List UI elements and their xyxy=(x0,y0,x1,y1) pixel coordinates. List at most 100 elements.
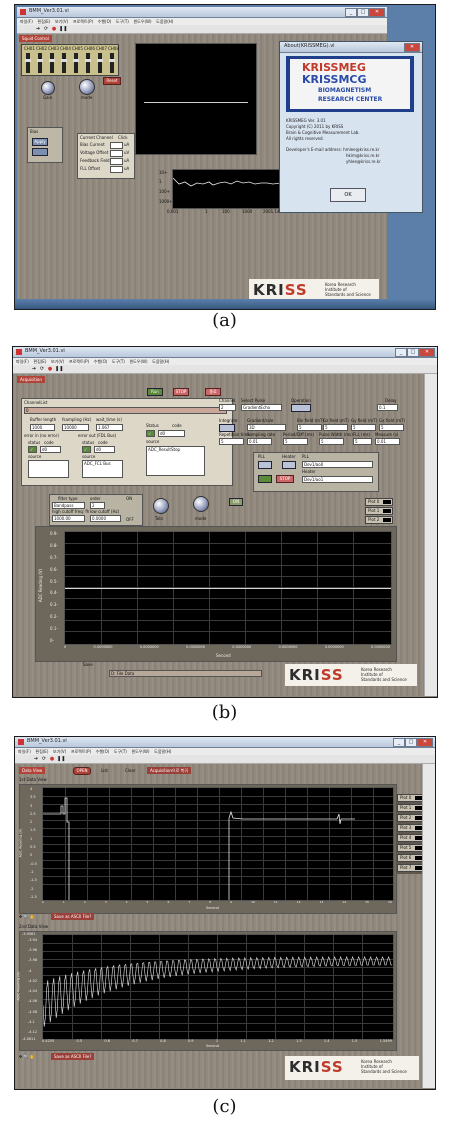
menu-operate[interactable]: 수행(O) xyxy=(98,18,112,25)
repeat-field[interactable]: 5 xyxy=(219,438,244,445)
delay-field[interactable]: 0.1 xyxy=(377,404,398,411)
legend-item[interactable]: Plot 1 xyxy=(397,804,425,812)
legend-item[interactable]: Plot 3 xyxy=(397,824,425,832)
minimize-button[interactable]: _ xyxy=(393,738,405,747)
pulse-width-field[interactable]: 5 xyxy=(319,438,344,445)
legend-item[interactable]: Plot 7 xyxy=(397,864,425,872)
abort-icon[interactable]: ● xyxy=(49,756,55,762)
menu-file[interactable]: 파일(F) xyxy=(18,748,31,755)
channel-field[interactable]: 2 xyxy=(219,404,236,411)
operation-toggle[interactable] xyxy=(291,404,311,412)
legend-item[interactable]: Plot 2 xyxy=(397,814,425,822)
measure-field[interactable]: 0.01 xyxy=(375,438,400,445)
run-arrow-icon[interactable]: ➔ xyxy=(31,366,37,372)
fll-field[interactable]: 5 xyxy=(353,438,372,445)
on-off-toggle[interactable]: ON xyxy=(229,498,243,506)
run-continuous-icon[interactable]: ⟳ xyxy=(39,366,45,372)
acquisition-return-button[interactable]: Acquisition으로 복귀 xyxy=(147,767,191,774)
pll-device-select[interactable]: Dev1/ao0 xyxy=(302,461,373,468)
voltage-offset-field[interactable] xyxy=(110,150,123,157)
gz-field[interactable]: 5 xyxy=(323,424,348,431)
menu-operate[interactable]: 수행(O) xyxy=(94,358,108,365)
menu-window[interactable]: 윈도우(W) xyxy=(133,18,151,25)
menu-operate[interactable]: 수행(O) xyxy=(96,748,110,755)
menu-edit[interactable]: 편집(E) xyxy=(35,748,48,755)
heater-stop-button[interactable]: STOP xyxy=(276,475,294,483)
channel-slider[interactable] xyxy=(61,53,67,73)
channel-slider[interactable] xyxy=(73,53,79,73)
menu-view[interactable]: 보기(V) xyxy=(51,358,64,365)
mode-knob[interactable] xyxy=(79,79,95,95)
bias-current-field[interactable] xyxy=(110,142,123,149)
source-field-2[interactable]: ADC_FCL Bus xyxy=(82,460,123,478)
channel-slider[interactable] xyxy=(37,53,43,73)
vertical-scrollbar[interactable] xyxy=(424,374,437,696)
menu-file[interactable]: 파일(F) xyxy=(16,358,29,365)
tab-squid-control[interactable]: Squid Control xyxy=(19,35,52,42)
menu-window[interactable]: 윈도우(W) xyxy=(129,358,147,365)
minimize-button[interactable]: _ xyxy=(345,8,357,17)
menu-view[interactable]: 보기(V) xyxy=(55,18,68,25)
channel-slider[interactable] xyxy=(97,53,103,73)
menu-edit[interactable]: 편집(E) xyxy=(33,358,46,365)
menu-tools[interactable]: 도구(T) xyxy=(112,358,125,365)
tolo-knob[interactable] xyxy=(153,498,169,514)
save2-button[interactable]: Save as ASCII File? xyxy=(51,1053,95,1060)
legend-item[interactable]: Plot 4 xyxy=(397,834,425,842)
mode-knob[interactable] xyxy=(193,496,209,512)
bias-apply-button[interactable]: Apply xyxy=(32,138,48,146)
run-continuous-icon[interactable]: ⟳ xyxy=(41,756,47,762)
maximize-button[interactable]: □ xyxy=(407,348,419,357)
low-cutoff-field[interactable]: 0.0000 xyxy=(90,515,121,522)
run-arrow-icon[interactable]: ➔ xyxy=(35,26,41,32)
graph-tools-1[interactable]: ✥ 🔍 ✋ xyxy=(19,914,35,919)
tab-acquisition[interactable]: Acquisition xyxy=(17,376,45,383)
code-field-2[interactable]: d0 xyxy=(94,446,115,453)
legend-item[interactable]: Plot 0 xyxy=(397,794,425,802)
source-field[interactable] xyxy=(28,460,69,478)
menu-help[interactable]: 도움말(H) xyxy=(156,18,173,25)
gradient-field[interactable]: 3D xyxy=(247,424,286,431)
high-cutoff-field[interactable]: 1000.00 xyxy=(52,515,85,522)
legend-item[interactable]: Plot 1 xyxy=(365,507,393,515)
menu-edit[interactable]: 편집(E) xyxy=(37,18,50,25)
maximize-button[interactable]: □ xyxy=(357,8,369,17)
pll-toggle[interactable] xyxy=(258,461,272,469)
period-field[interactable]: 5 xyxy=(283,438,308,445)
close-button[interactable]: ✕ xyxy=(419,348,435,357)
about-close-button[interactable]: ✕ xyxy=(404,43,420,52)
run-button[interactable]: Run xyxy=(147,388,163,396)
menu-project[interactable]: 프로젝트(P) xyxy=(71,748,91,755)
maximize-button[interactable]: □ xyxy=(405,738,417,747)
tab-data-view[interactable]: Data View xyxy=(19,767,46,774)
pause-icon[interactable]: ❚❚ xyxy=(57,756,65,762)
stop-button[interactable]: STOP xyxy=(173,388,189,396)
channel-slider[interactable] xyxy=(109,53,115,73)
buffer-length-field[interactable]: 1000 xyxy=(30,424,55,431)
channel-list-field[interactable]: 0 xyxy=(24,407,227,414)
open-button[interactable]: OPEN xyxy=(73,767,91,775)
menu-project[interactable]: 프로젝트(P) xyxy=(69,358,89,365)
pause-icon[interactable]: ❚❚ xyxy=(55,366,63,372)
wait-time-field[interactable]: 1.067 xyxy=(96,424,123,431)
gy-field[interactable]: 5 xyxy=(351,424,376,431)
close-button[interactable]: ✕ xyxy=(417,738,433,747)
graph-tools-2[interactable]: ✥ 🔍 ✋ xyxy=(19,1054,35,1059)
run-arrow-icon[interactable]: ➔ xyxy=(33,756,39,762)
legend-item[interactable]: Plot 0 xyxy=(365,498,393,506)
run-continuous-icon[interactable]: ⟳ xyxy=(43,26,49,32)
save-path-field[interactable]: D: File Data xyxy=(109,670,262,677)
reset-button[interactable]: Reset xyxy=(103,77,121,85)
legend-item[interactable]: Plot 6 xyxy=(397,854,425,862)
minimize-button[interactable]: _ xyxy=(395,348,407,357)
about-ok-button[interactable]: OK xyxy=(330,188,366,202)
source2-field[interactable]: ADC_ResultStop xyxy=(146,446,205,476)
menu-tools[interactable]: 도구(T) xyxy=(114,748,127,755)
abort-icon[interactable]: ● xyxy=(51,26,57,32)
vertical-scrollbar[interactable] xyxy=(422,764,435,1088)
bias-toggle-button[interactable] xyxy=(32,148,48,156)
channel-slider[interactable] xyxy=(49,53,55,73)
menu-tools[interactable]: 도구(T) xyxy=(116,18,129,25)
bin-field[interactable]: 5 xyxy=(297,424,322,431)
legend-item[interactable]: Plot 5 xyxy=(397,844,425,852)
